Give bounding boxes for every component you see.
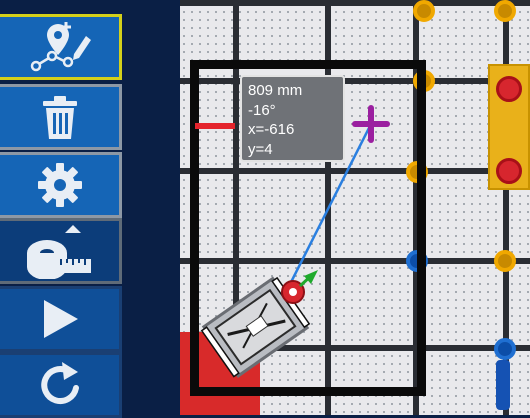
reset-button[interactable] (0, 352, 122, 418)
trash-icon (42, 96, 77, 139)
settings-button[interactable] (0, 152, 122, 218)
reset-icon (40, 362, 79, 405)
y-readout: y=4 (248, 140, 273, 158)
toolbar (0, 0, 128, 418)
gear-icon (37, 163, 82, 207)
measurement-readout: 809 mm -16° x=-616 y=4 (240, 75, 345, 162)
target-marker-icon[interactable] (352, 105, 390, 143)
tape-measure-icon (26, 225, 91, 279)
play-button[interactable] (0, 286, 122, 352)
measure-button[interactable] (0, 218, 122, 284)
distance-readout: 809 mm (248, 82, 303, 99)
expand-arrow-icon (64, 225, 81, 233)
path-edit-button[interactable] (0, 14, 122, 80)
delete-button[interactable] (0, 84, 122, 150)
x-readout: x=-616 (248, 121, 295, 138)
angle-readout: -16° (248, 101, 276, 119)
path-edit-icon (30, 22, 91, 72)
play-icon (43, 300, 78, 338)
